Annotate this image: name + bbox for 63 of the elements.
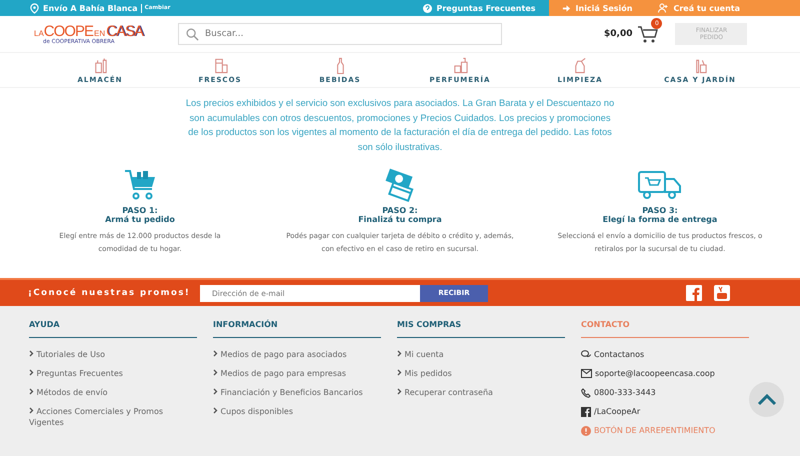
footer-link[interactable]: Medios de pago para empresas [213, 368, 363, 379]
footer-heading: AYUDA [29, 320, 197, 338]
chevron-icon [29, 407, 34, 414]
footer-link[interactable]: Acciones Comerciales y Promos Vigentes [29, 406, 179, 428]
chevron-icon [213, 407, 218, 414]
scroll-to-top-button[interactable] [749, 382, 784, 417]
contact-link[interactable]: /LaCoopeAr [581, 406, 640, 417]
chevron-icon [213, 369, 218, 376]
footer-link[interactable]: Financiación y Beneficios Bancarios [213, 387, 363, 398]
chevron-icon [213, 388, 218, 395]
step-number: PASO 2: [382, 206, 418, 215]
cart-total: $0,00 [604, 29, 632, 39]
contact-link[interactable]: Contactanos [581, 349, 644, 360]
category-icon [452, 56, 468, 74]
location-pin-icon [30, 2, 39, 14]
chat-icon [581, 350, 591, 359]
chevron-icon [29, 350, 34, 357]
category-icon [212, 56, 228, 74]
youtube-icon[interactable] [714, 285, 730, 301]
step-number: PASO 1: [122, 206, 158, 215]
category-icon [572, 56, 588, 74]
footer-link[interactable]: Medios de pago para asociados [213, 349, 363, 360]
footer-link[interactable]: Mis pedidos [397, 368, 547, 379]
footer-link[interactable]: Métodos de envío [29, 387, 179, 398]
step-title: Armá tu pedido [105, 215, 175, 224]
cart-icon[interactable] [637, 24, 660, 44]
search-field[interactable]: Buscar... [178, 23, 502, 45]
category-icon [92, 56, 108, 74]
user-icon [658, 3, 668, 13]
footer-link[interactable]: Preguntas Frecuentes [29, 368, 179, 379]
chevron-icon [397, 388, 402, 395]
step-title: Elegí la forma de entrega [602, 215, 718, 224]
footer-link[interactable]: Mi cuenta [397, 349, 547, 360]
chevron-icon [29, 388, 34, 395]
delivery-label: Envío A Bahía Blanca [43, 4, 142, 12]
phone-icon [581, 388, 591, 398]
info-icon [581, 426, 591, 436]
contact-link[interactable]: 0800-333-3443 [581, 387, 656, 398]
step-title: Finalizá tu compra [358, 215, 442, 224]
contact-link[interactable]: soporte@lacoopeencasa.coop [581, 368, 715, 379]
chevron-icon [397, 350, 402, 357]
help-icon [422, 4, 432, 12]
facebook-icon[interactable] [686, 285, 702, 301]
footer-link[interactable]: Cupos disponibles [213, 406, 363, 417]
newsletter-title: ¡Conocé nuestras promos! [28, 288, 192, 298]
chevron-up-icon [756, 394, 776, 406]
footer-heading: CONTACTO [581, 320, 749, 338]
top-link[interactable]: Preguntas Frecuentes [410, 0, 549, 16]
mail-icon [581, 369, 592, 378]
footer-heading: MIS COMPRAS [397, 320, 565, 338]
step-number: PASO 3: [642, 206, 678, 215]
shopping-cart-icon [122, 168, 158, 202]
login-icon [562, 4, 571, 12]
chevron-icon [397, 369, 402, 376]
search-icon [186, 28, 199, 41]
chevron-icon [213, 350, 218, 357]
facebook-icon [581, 406, 591, 416]
footer-link[interactable]: Recuperar contraseña [397, 387, 547, 398]
chevron-icon [29, 369, 34, 376]
footer-link[interactable]: Tutoriales de Uso [29, 349, 179, 360]
delivery-truck-icon [637, 168, 683, 202]
notice-text: Los precios exhibidos y el servicio son exclusivos para asociados. La Gran Barata y el Descuentazo no son acumulables con otros descuentos, promociones y Precios Cuidados. Los precios y promociones de los productos son los vigentes al momento de la facturación el día de entrega del pedido. Las fotos son sólo ilustrativas. [185, 96, 615, 154]
footer-heading: INFORMACIÓN [213, 320, 381, 338]
